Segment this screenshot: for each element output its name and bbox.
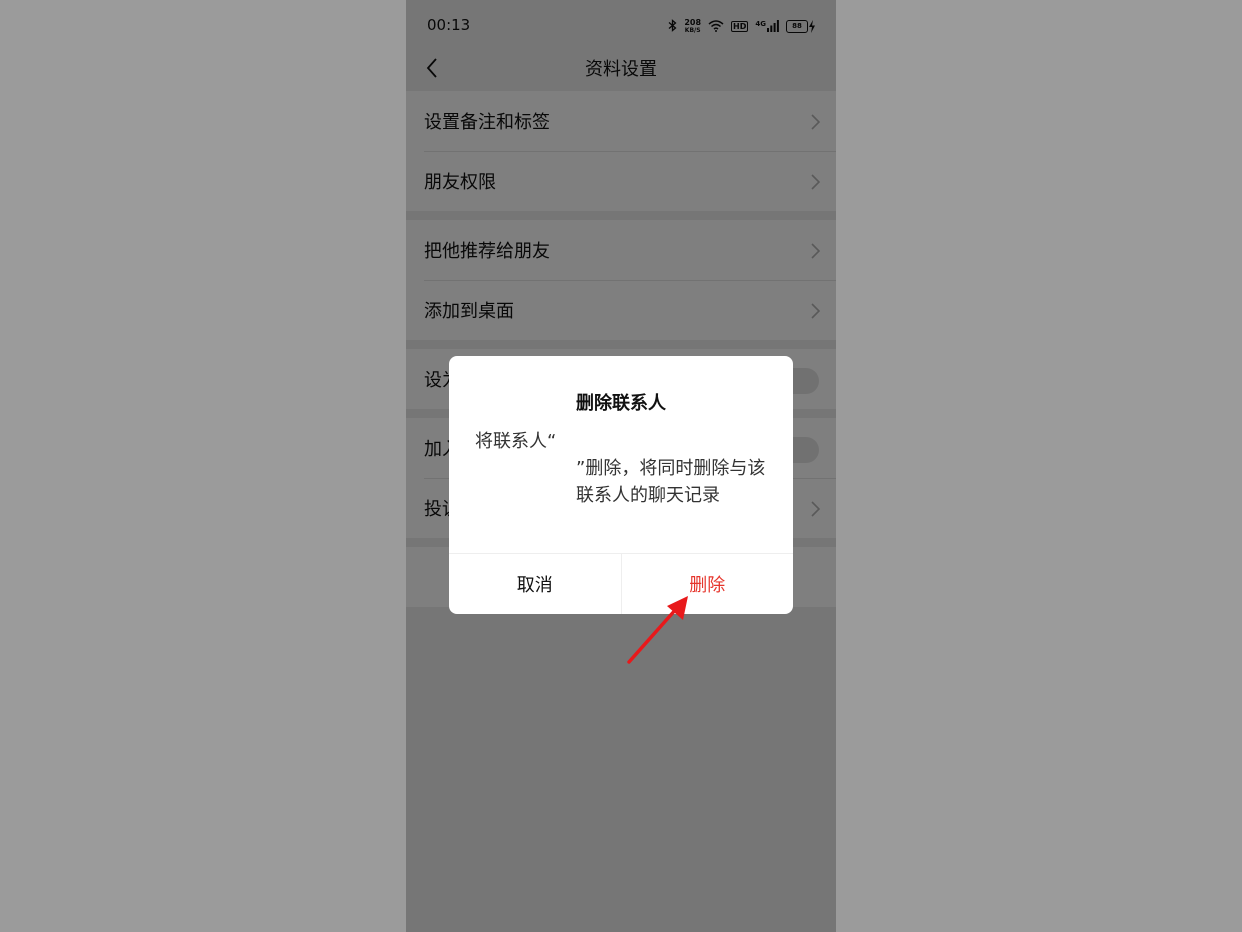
- annotation-arrow-icon: [627, 596, 688, 664]
